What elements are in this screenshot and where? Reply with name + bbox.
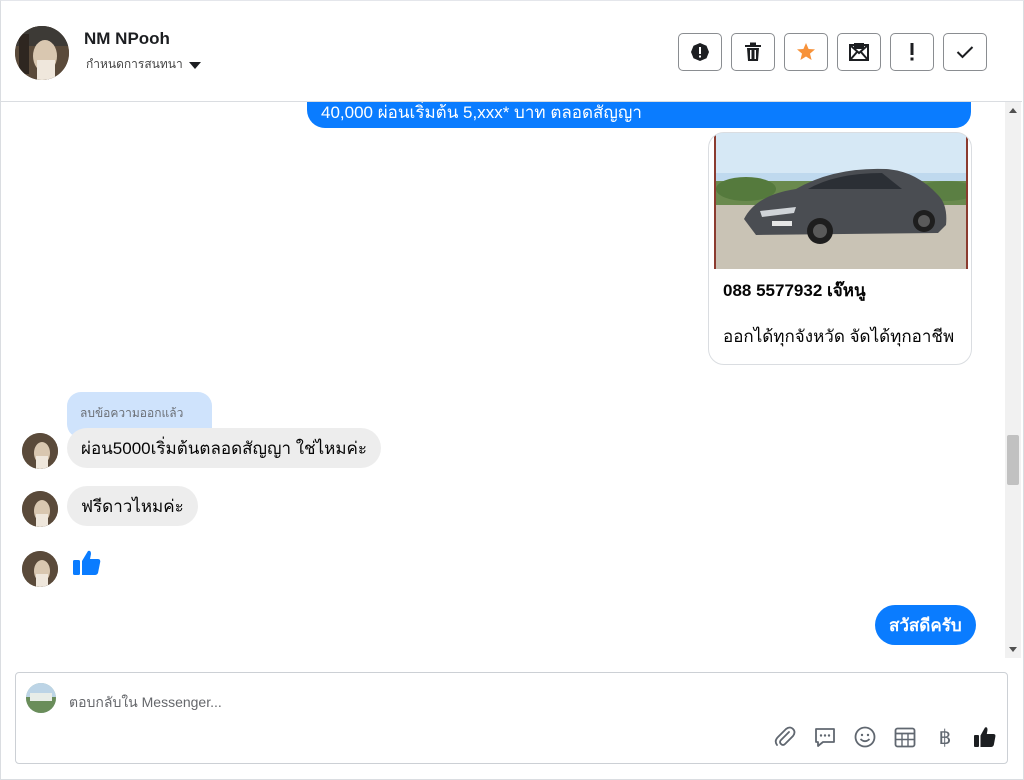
caret-down-icon (188, 61, 201, 69)
star-icon (797, 43, 815, 60)
appointment-icon (894, 727, 916, 748)
exclamation-icon (910, 43, 914, 61)
delete-button[interactable] (731, 33, 775, 71)
star-button[interactable] (784, 33, 828, 71)
trash-icon (745, 42, 761, 61)
emoji-icon (854, 726, 876, 748)
appointment-button[interactable] (893, 725, 917, 749)
scroll-up-arrow-icon[interactable] (1009, 108, 1017, 113)
alert-circle-icon (691, 43, 709, 61)
baht-icon: ฿ (938, 726, 952, 749)
thumbs-up-icon (974, 727, 996, 747)
conversation-settings-label: กำหนดการสนทนา (86, 57, 183, 71)
incoming-message[interactable]: ฟรีดาวไหมค่ะ (67, 486, 198, 526)
mark-unread-button[interactable] (837, 33, 881, 71)
follow-up-button[interactable] (890, 33, 934, 71)
card-subtitle: ออกได้ทุกจังหวัด จัดได้ทุกอาชีพ (723, 327, 955, 346)
saved-replies-button[interactable] (813, 725, 837, 749)
contact-avatar[interactable] (22, 491, 58, 527)
contact-avatar[interactable] (15, 26, 69, 80)
send-like-button[interactable] (973, 725, 997, 749)
payment-button[interactable]: ฿ (933, 725, 957, 749)
conversation-header: NM NPooh กำหนดการสนทนา (1, 4, 1022, 102)
done-button[interactable] (943, 33, 987, 71)
thread-scrollbar[interactable] (1005, 102, 1021, 658)
page-avatar (26, 683, 56, 713)
outgoing-message[interactable]: สวัสดีครับ (875, 605, 976, 645)
outgoing-message[interactable]: 40,000 ผ่อนเริ่มต้น 5,xxx* บาท ตลอดสัญญา (307, 102, 971, 128)
scrollbar-thumb[interactable] (1007, 435, 1019, 485)
thumbs-up-icon[interactable] (71, 547, 103, 579)
message-thread[interactable]: 40,000 ผ่อนเริ่มต้น 5,xxx* บาท ตลอดสัญญา… (1, 102, 1006, 658)
emoji-button[interactable] (853, 725, 877, 749)
checkmark-icon (956, 46, 974, 59)
card-title: 088 5577932 เจ๊หนู (723, 281, 866, 300)
conversation-settings-dropdown[interactable]: กำหนดการสนทนา (86, 55, 201, 74)
spam-button[interactable] (678, 33, 722, 71)
contact-avatar[interactable] (22, 433, 58, 469)
reply-input[interactable] (69, 691, 669, 713)
paperclip-icon (774, 726, 796, 746)
contact-avatar[interactable] (22, 551, 58, 587)
reply-composer: ฿ (15, 672, 1008, 764)
car-image[interactable] (714, 133, 968, 269)
scroll-down-arrow-icon[interactable] (1009, 647, 1017, 652)
incoming-message[interactable]: ผ่อน5000เริ่มต้นตลอดสัญญา ใช่ไหมค่ะ (67, 428, 382, 468)
conversation-actions (678, 33, 987, 71)
mark-unread-icon (849, 43, 869, 61)
attachment-card[interactable]: 088 5577932 เจ๊หนู ออกได้ทุกจังหวัด จัดไ… (708, 132, 972, 365)
saved-reply-icon (815, 728, 835, 747)
composer-tools: ฿ (773, 725, 997, 749)
attach-button[interactable] (773, 725, 797, 749)
contact-name[interactable]: NM NPooh (84, 29, 170, 49)
